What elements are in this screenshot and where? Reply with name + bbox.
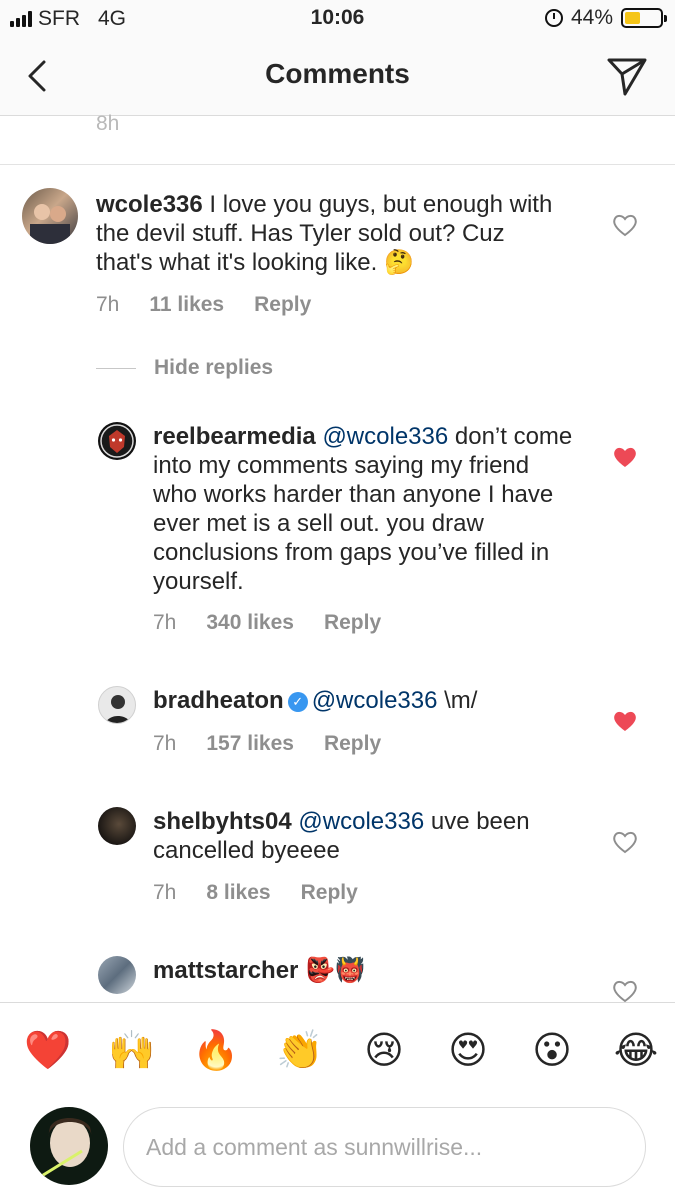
battery-icon <box>621 8 667 28</box>
battery-percent: 44% <box>570 6 613 29</box>
avatar[interactable] <box>98 686 136 724</box>
status-bar: SFR 4G 10:06 44% <box>0 0 675 38</box>
paper-plane-icon[interactable] <box>605 54 649 98</box>
heart-emoji-button[interactable]: ❤️ <box>22 1027 74 1075</box>
heart-filled-icon[interactable] <box>612 445 638 469</box>
avatar[interactable] <box>22 188 78 244</box>
avatar[interactable] <box>98 422 136 460</box>
comment-input[interactable] <box>123 1107 646 1187</box>
comment-time: 7h <box>96 293 120 316</box>
reply-time: 7h <box>153 881 177 904</box>
avatar[interactable] <box>98 807 136 845</box>
raised-hands-emoji-button[interactable]: 🙌 <box>106 1027 158 1075</box>
fire-emoji-button[interactable]: 🔥 <box>190 1027 242 1075</box>
reply-text: \m/ <box>437 687 478 714</box>
reply-mention[interactable]: @wcole336 <box>322 423 448 450</box>
reply-username[interactable]: mattstarcher <box>153 957 298 984</box>
divider-line <box>96 367 136 369</box>
reply-text: 👺👹 <box>298 957 365 984</box>
avatar[interactable] <box>98 956 136 994</box>
heart-outline-icon[interactable] <box>612 979 638 1003</box>
reply-button[interactable]: Reply <box>324 732 381 756</box>
clapping-emoji-button[interactable]: 👏 <box>274 1027 326 1075</box>
likes-count[interactable]: 11 likes <box>149 293 224 317</box>
likes-count[interactable]: 8 likes <box>206 881 270 905</box>
comment-username[interactable]: wcole336 <box>96 191 203 218</box>
reply-mention[interactable]: @wcole336 <box>312 687 438 714</box>
comment-composer: ❤️ 🙌 🔥 👏 😢 😍 😮 😂 <box>0 1002 675 1200</box>
verified-badge-icon: ✓ <box>287 692 308 712</box>
likes-count[interactable]: 340 likes <box>206 611 294 635</box>
reply-username[interactable]: bradheaton <box>153 687 284 714</box>
reply-button[interactable]: Reply <box>254 293 311 317</box>
reply-username[interactable]: shelbyhts04 <box>153 808 292 835</box>
heart-outline-icon[interactable] <box>612 213 638 237</box>
heart-filled-icon[interactable] <box>612 709 638 733</box>
current-user-avatar <box>30 1107 108 1185</box>
reply-button[interactable]: Reply <box>301 881 358 905</box>
reply-time: 7h <box>153 732 177 755</box>
likes-count[interactable]: 157 likes <box>206 732 294 756</box>
hide-replies-label: Hide replies <box>154 356 274 379</box>
previous-comment-time: 8h <box>96 112 120 135</box>
emoji-quick-bar: ❤️ 🙌 🔥 👏 😢 😍 😮 😂 <box>22 1027 662 1075</box>
hide-replies-button[interactable]: Hide replies <box>96 356 273 380</box>
crying-emoji-button[interactable]: 😢 <box>358 1027 410 1075</box>
alarm-icon <box>544 9 563 27</box>
reply-time: 7h <box>153 611 177 634</box>
heart-eyes-emoji-button[interactable]: 😍 <box>442 1027 494 1075</box>
laughing-emoji-button[interactable]: 😂 <box>610 1027 662 1075</box>
divider <box>0 164 675 165</box>
reply-mention[interactable]: @wcole336 <box>298 808 424 835</box>
nav-header: Comments <box>0 38 675 116</box>
reply-username[interactable]: reelbearmedia <box>153 423 316 450</box>
surprised-emoji-button[interactable]: 😮 <box>526 1027 578 1075</box>
heart-outline-icon[interactable] <box>612 830 638 854</box>
reply-button[interactable]: Reply <box>324 611 381 635</box>
page-title: Comments <box>265 58 410 89</box>
